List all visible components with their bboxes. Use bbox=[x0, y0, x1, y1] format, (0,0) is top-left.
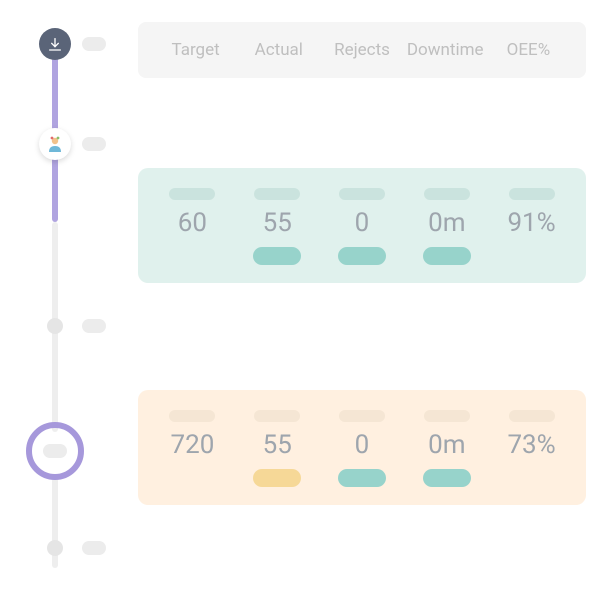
rejects-button[interactable] bbox=[338, 469, 386, 487]
downtime-button[interactable] bbox=[423, 247, 471, 265]
label-chip bbox=[254, 410, 300, 422]
timeline-label-2 bbox=[82, 137, 106, 151]
label-chip bbox=[509, 188, 555, 200]
arrow-down-icon bbox=[47, 36, 63, 52]
timeline-dot-1[interactable] bbox=[47, 318, 63, 334]
header-target: Target bbox=[154, 40, 237, 60]
timeline-label-4 bbox=[82, 541, 106, 555]
value-oee: 91% bbox=[507, 208, 555, 239]
header-actual: Actual bbox=[237, 40, 320, 60]
value-rejects: 0 bbox=[355, 208, 370, 239]
metrics-row-shift: 720 55 0 0m 73% bbox=[138, 390, 586, 505]
actual-button[interactable] bbox=[253, 247, 301, 265]
timeline-current-label bbox=[43, 444, 67, 458]
metrics-header-row: Target Actual Rejects Downtime OEE% bbox=[138, 22, 586, 78]
metrics-row-hour: 60 55 0 0m 91% bbox=[138, 168, 586, 283]
actual-button[interactable] bbox=[253, 469, 301, 487]
label-chip bbox=[339, 410, 385, 422]
label-chip bbox=[424, 188, 470, 200]
label-chip bbox=[169, 410, 215, 422]
label-chip bbox=[509, 410, 555, 422]
timeline-operator-node[interactable] bbox=[39, 128, 71, 160]
timeline-dot-2[interactable] bbox=[47, 540, 63, 556]
value-target: 720 bbox=[170, 430, 214, 461]
label-chip bbox=[339, 188, 385, 200]
label-chip bbox=[424, 410, 470, 422]
value-actual: 55 bbox=[263, 430, 292, 461]
header-downtime: Downtime bbox=[404, 40, 487, 60]
label-chip bbox=[254, 188, 300, 200]
value-rejects: 0 bbox=[355, 430, 370, 461]
value-downtime: 0m bbox=[428, 430, 465, 461]
value-oee: 73% bbox=[507, 430, 555, 461]
timeline-start-node[interactable] bbox=[39, 28, 71, 60]
operator-avatar-icon bbox=[46, 135, 64, 153]
value-target: 60 bbox=[178, 208, 207, 239]
value-downtime: 0m bbox=[428, 208, 465, 239]
header-rejects: Rejects bbox=[320, 40, 403, 60]
downtime-button[interactable] bbox=[423, 469, 471, 487]
label-chip bbox=[169, 188, 215, 200]
header-oee: OEE% bbox=[487, 40, 570, 60]
rejects-button[interactable] bbox=[338, 247, 386, 265]
timeline-label-1 bbox=[82, 37, 106, 51]
value-actual: 55 bbox=[263, 208, 292, 239]
timeline-label-3 bbox=[82, 319, 106, 333]
